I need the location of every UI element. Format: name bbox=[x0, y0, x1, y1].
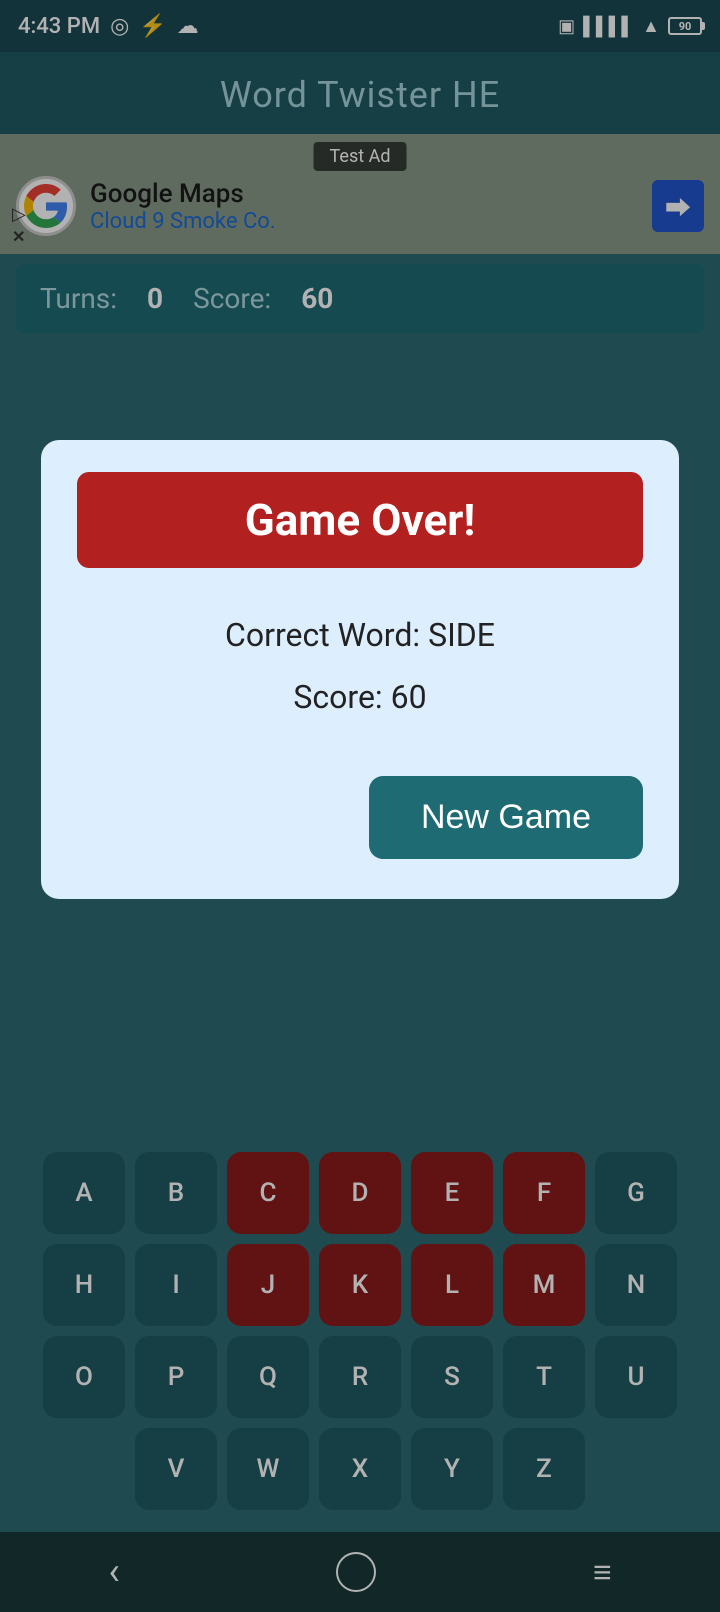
game-over-overlay: Game Over! Correct Word: SIDE Score: 60 … bbox=[0, 0, 720, 1612]
game-over-modal: Game Over! Correct Word: SIDE Score: 60 … bbox=[41, 440, 679, 899]
correct-word-text: Correct Word: SIDE bbox=[225, 616, 495, 654]
game-over-banner: Game Over! bbox=[77, 472, 643, 568]
modal-score-text: Score: 60 bbox=[293, 678, 426, 716]
new-game-button[interactable]: New Game bbox=[369, 776, 643, 859]
game-over-text: Game Over! bbox=[245, 494, 475, 546]
